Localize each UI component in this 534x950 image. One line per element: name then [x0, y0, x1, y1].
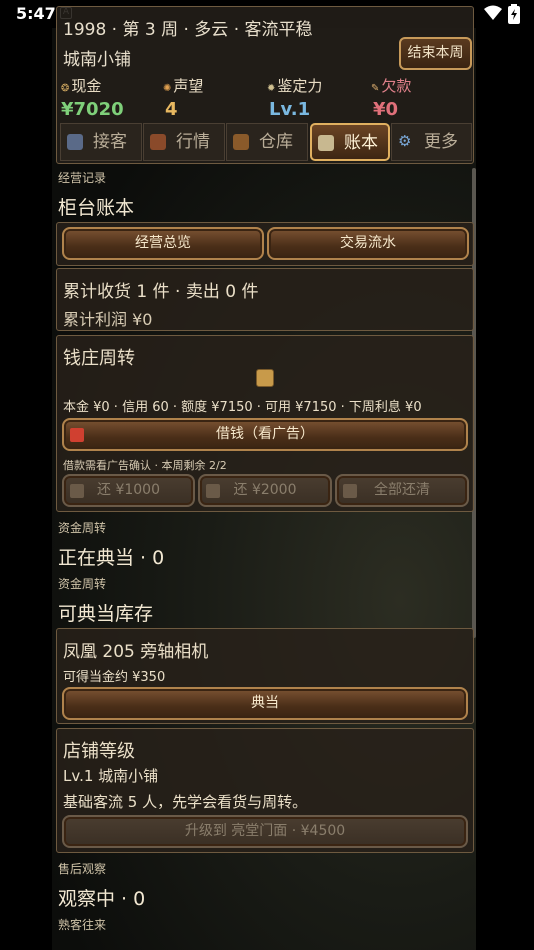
pawn-item-name: 凤凰 205 旁轴相机	[63, 642, 209, 662]
bank-building-icon	[256, 369, 274, 387]
pawnable-title: 可典当库存	[58, 603, 154, 625]
coin-icon: ❂	[61, 83, 70, 94]
stat-cash-value: ¥7020	[61, 99, 124, 120]
person-icon	[67, 134, 83, 150]
tab-warehouse[interactable]: 仓库	[226, 123, 308, 161]
repay-2000-button[interactable]: 还 ¥2000	[198, 474, 332, 507]
upgrade-button[interactable]: 升级到 亮堂门面 · ¥4500	[62, 815, 468, 848]
stat-reputation-label: ✺ 声望	[163, 77, 204, 95]
tab-market[interactable]: 行情	[143, 123, 225, 161]
pawn-item-panel: 凤凰 205 旁轴相机 可得当金约 ¥350 典当	[56, 628, 474, 724]
appraisal-icon: ✹	[267, 83, 276, 94]
repay-icon	[206, 484, 220, 498]
tab-ledger[interactable]: 账本	[310, 123, 390, 161]
shop-name: 城南小铺	[63, 50, 131, 70]
stat-debt-value: ¥0	[373, 99, 399, 120]
ledger-section-label: 经营记录	[58, 171, 107, 185]
reputation-icon: ✺	[163, 83, 172, 94]
debt-icon: ✎	[371, 83, 380, 94]
shop-level-panel: 店铺等级 Lv.1 城南小铺 基础客流 5 人，先学会看货与周转。 升级到 亮堂…	[56, 728, 474, 853]
end-week-button[interactable]: 结束本周	[399, 37, 472, 70]
pawning-title: 正在典当 · 0	[58, 547, 165, 569]
regulars-label: 熟客往来	[58, 918, 107, 932]
borrow-button[interactable]: 借钱（看广告）	[62, 418, 468, 451]
repay-all-button[interactable]: 全部还清	[335, 474, 469, 507]
stat-debt-label: ✎ 欠款	[371, 77, 412, 95]
ledger-summary-panel: 累计收货 1 件 · 卖出 0 件 累计利润 ¥0	[56, 268, 474, 331]
stat-cash-label: ❂ 现金	[61, 77, 102, 95]
bank-panel: 钱庄周转 本金 ¥0 · 信用 60 · 额度 ¥7150 · 可用 ¥7150…	[56, 335, 474, 512]
repay-icon	[70, 484, 84, 498]
ad-icon	[70, 428, 84, 442]
shop-level-desc: 基础客流 5 人，先学会看货与周转。	[63, 793, 308, 811]
gear-icon: ⚙	[398, 132, 412, 150]
shop-level-title: 店铺等级	[63, 741, 135, 762]
repay-1000-button[interactable]: 还 ¥1000	[62, 474, 195, 507]
tab-reception[interactable]: 接客	[60, 123, 142, 161]
tab-bar: 接客 行情 仓库 账本 ⚙ 更多	[60, 123, 472, 161]
after-sales-title: 观察中 · 0	[58, 888, 146, 910]
header-panel: 1998 · 第 3 周 · 多云 · 客流平稳 城南小铺 结束本周 ❂ 现金 ✺…	[56, 6, 474, 164]
bank-title: 钱庄周转	[63, 348, 135, 369]
left-margin	[0, 0, 52, 950]
stat-reputation-value: 4	[165, 99, 178, 120]
after-sales-label: 售后观察	[58, 862, 107, 876]
ledger-buttons-panel: 经营总览 交易流水	[56, 222, 474, 266]
pawn-section-label-2: 资金周转	[58, 577, 107, 591]
info-line: 1998 · 第 3 周 · 多云 · 客流平稳	[63, 20, 313, 40]
pawn-section-label-1: 资金周转	[58, 521, 107, 535]
transaction-flow-button[interactable]: 交易流水	[267, 227, 469, 260]
ledger-icon	[318, 135, 334, 151]
summary-line-2: 累计利润 ¥0	[63, 310, 153, 329]
right-margin	[476, 0, 534, 950]
stat-appraisal-label: ✹ 鉴定力	[267, 77, 323, 95]
wifi-icon	[484, 5, 502, 20]
repay-icon	[343, 484, 357, 498]
warehouse-icon	[233, 134, 249, 150]
stat-appraisal-value: Lv.1	[269, 99, 311, 120]
pawn-item-value: 可得当金约 ¥350	[63, 670, 166, 685]
market-icon	[150, 134, 166, 150]
battery-icon	[508, 4, 520, 24]
shop-level-line: Lv.1 城南小铺	[63, 767, 159, 785]
bank-info: 本金 ¥0 · 信用 60 · 额度 ¥7150 · 可用 ¥7150 · 下周…	[63, 400, 422, 415]
overview-button[interactable]: 经营总览	[62, 227, 264, 260]
tab-more[interactable]: ⚙ 更多	[391, 123, 472, 161]
pawn-button[interactable]: 典当	[62, 687, 468, 720]
summary-line-1: 累计收货 1 件 · 卖出 0 件	[63, 282, 259, 302]
status-time: 5:47	[16, 4, 56, 23]
ledger-title: 柜台账本	[58, 197, 135, 219]
borrow-note: 借款需看广告确认 · 本周剩余 2/2	[63, 459, 227, 472]
